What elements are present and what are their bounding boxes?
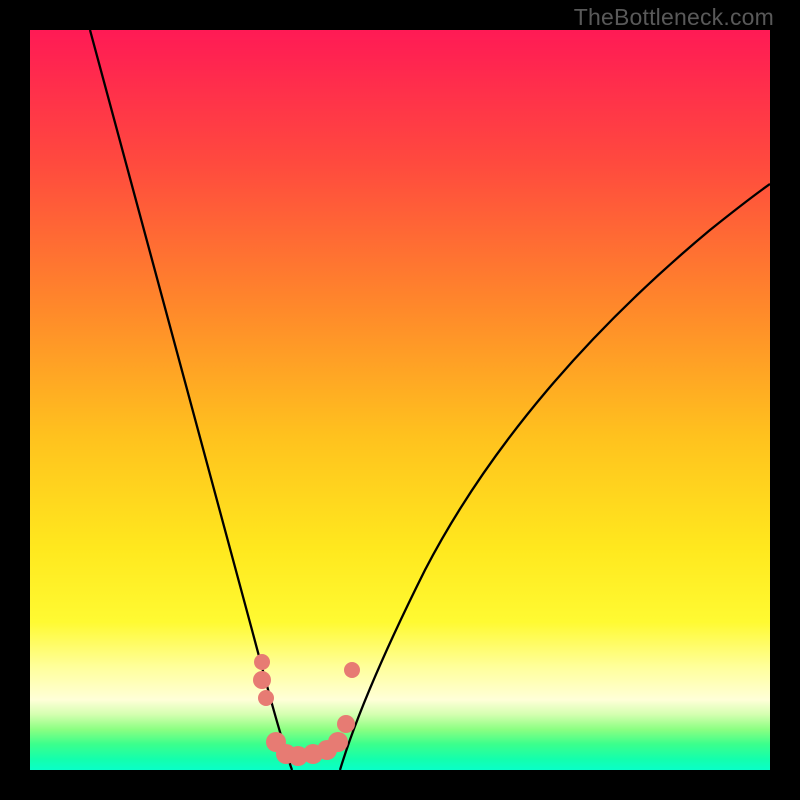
chart-frame xyxy=(30,30,770,770)
chart-svg xyxy=(30,30,770,770)
right-curve xyxy=(340,184,770,770)
watermark-text: TheBottleneck.com xyxy=(574,4,774,31)
bottleneck-markers xyxy=(253,654,360,766)
